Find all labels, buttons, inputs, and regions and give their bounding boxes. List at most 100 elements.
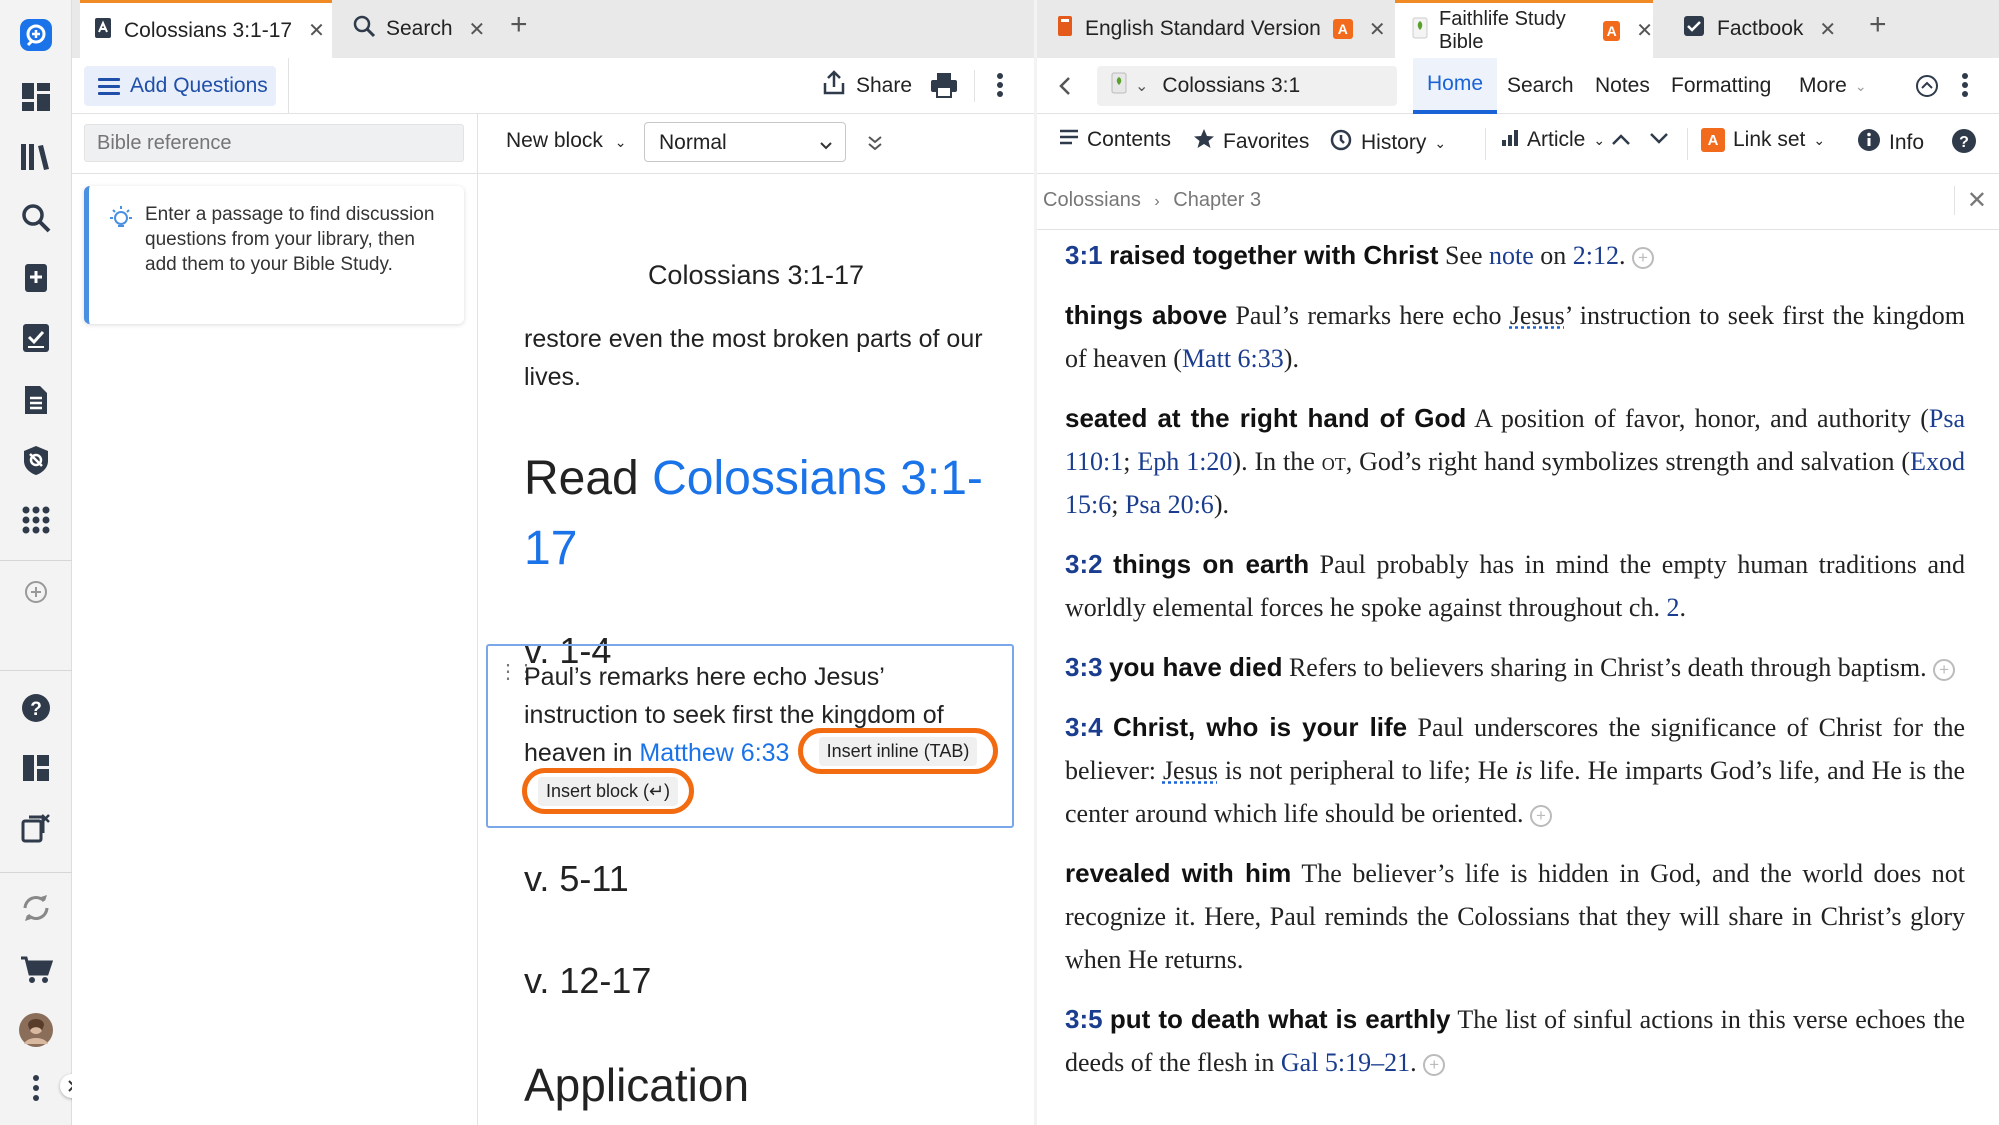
expand-note-icon[interactable]: +	[1933, 659, 1956, 682]
layouts-icon[interactable]	[16, 748, 56, 788]
tab-factbook[interactable]: Factbook ✕	[1683, 0, 1836, 58]
person-link[interactable]: Jesus	[1510, 301, 1565, 330]
sync-icon[interactable]	[16, 888, 56, 928]
nav-formatting[interactable]: Formatting	[1671, 58, 1771, 114]
rail-divider	[0, 670, 72, 671]
close-icon[interactable]: ✕	[1636, 18, 1653, 43]
nav-notes[interactable]: Notes	[1595, 58, 1650, 114]
expand-note-icon[interactable]: +	[1423, 1054, 1446, 1077]
nav-home[interactable]: Home	[1413, 58, 1498, 114]
info-button[interactable]: Info	[1857, 128, 1924, 158]
resource-tools-bar: Contents Favorites History ⌄ Article ⌄ A…	[1037, 114, 1999, 174]
nav-search[interactable]: Search	[1507, 58, 1574, 114]
library-icon[interactable]	[16, 137, 56, 177]
apps-grid-icon[interactable]	[16, 500, 56, 540]
close-icon[interactable]: ✕	[1369, 17, 1386, 42]
cross-reference-link[interactable]: Gal 5:19–21	[1281, 1048, 1410, 1077]
tab-label: English Standard Version	[1085, 17, 1321, 40]
person-link[interactable]: Jesus	[1163, 756, 1218, 785]
link-set-dropdown[interactable]: A Link set ⌄	[1701, 128, 1825, 152]
document-icon[interactable]	[16, 380, 56, 420]
add-questions-button[interactable]: Add Questions	[84, 66, 276, 106]
article-dropdown[interactable]: Article ⌄	[1483, 128, 1605, 152]
next-article-icon[interactable]	[1649, 132, 1669, 146]
favorites-button[interactable]: Favorites	[1193, 128, 1309, 156]
verse-number[interactable]: 3:1	[1065, 240, 1103, 270]
add-circle-icon[interactable]	[16, 572, 56, 612]
document-title: Colossians 3:1-17	[647, 260, 865, 290]
close-icon[interactable]: ✕	[308, 18, 325, 43]
intro-paragraph[interactable]: restore even the most broken parts of ou…	[524, 320, 1014, 396]
cross-reference-link[interactable]: Matt 6:33	[1182, 344, 1284, 373]
checklist-icon[interactable]	[16, 318, 56, 358]
note-text: Refers to believers sharing in Christ’s …	[1282, 653, 1927, 682]
more-vertical-icon[interactable]	[16, 1068, 56, 1108]
expand-note-icon[interactable]: +	[1529, 805, 1552, 828]
new-tab-icon[interactable]: +	[1869, 8, 1887, 42]
add-note-icon[interactable]	[16, 258, 56, 298]
nav-more[interactable]: More ⌄	[1799, 58, 1867, 114]
reference-link[interactable]: Matthew 6:33	[639, 739, 789, 767]
help-icon[interactable]: ?	[1951, 128, 1977, 154]
cross-reference-link[interactable]: 2	[1666, 593, 1679, 622]
contents-button[interactable]: Contents	[1059, 128, 1171, 152]
note-headword: revealed with him	[1065, 858, 1292, 888]
shield-icon[interactable]	[16, 440, 56, 480]
bible-reference-input[interactable]	[84, 124, 464, 162]
back-icon[interactable]	[1059, 76, 1071, 101]
close-icon[interactable]: ✕	[1819, 17, 1836, 42]
help-icon[interactable]: ?	[16, 688, 56, 728]
breadcrumb-book[interactable]: Colossians	[1043, 189, 1141, 211]
verse-number[interactable]: 3:3	[1065, 652, 1103, 682]
note-entry: 3:2 things on earth Paul probably has in…	[1065, 543, 1965, 629]
verse-number[interactable]: 3:2	[1065, 549, 1103, 579]
close-icon[interactable]: ✕	[469, 17, 486, 42]
share-button[interactable]: Share	[822, 70, 912, 102]
note-text: ;	[1111, 490, 1125, 519]
section-heading[interactable]: v. 12-17	[524, 960, 651, 1002]
chevron-down-icon: ⌄	[1593, 131, 1606, 148]
tab-colossians-study[interactable]: Colossians 3:1-17 ✕	[80, 0, 332, 58]
section-heading[interactable]: v. 5-11	[524, 858, 629, 900]
tab-faithlife-study-bible[interactable]: Faithlife Study Bible A ✕	[1395, 0, 1653, 58]
expand-toolbar-icon[interactable]	[867, 134, 883, 157]
insert-inline-button[interactable]: Insert inline (TAB)	[798, 728, 998, 774]
tab-search[interactable]: Search ✕	[346, 0, 485, 58]
read-heading[interactable]: Read Colossians 3:1-17	[524, 444, 994, 584]
cross-reference-link[interactable]: Eph 1:20	[1137, 447, 1232, 476]
breadcrumb-chapter[interactable]: Chapter 3	[1173, 189, 1261, 211]
verse-number[interactable]: 3:4	[1065, 712, 1103, 742]
insert-block-button[interactable]: Insert block (↵)	[522, 768, 694, 814]
reference-box[interactable]: ⌄ Colossians 3:1	[1097, 66, 1397, 106]
rail-divider	[0, 872, 72, 873]
search-icon[interactable]	[16, 198, 56, 238]
note-text: ).	[1213, 490, 1229, 519]
print-icon[interactable]	[930, 72, 958, 103]
expand-note-icon[interactable]: +	[1632, 247, 1655, 270]
more-vertical-icon[interactable]	[1961, 72, 1969, 103]
read-prefix: Read	[524, 452, 653, 505]
new-tab-icon[interactable]: +	[510, 8, 528, 42]
new-block-dropdown[interactable]: New block ⌄	[506, 129, 626, 153]
avatar[interactable]	[16, 1010, 56, 1050]
note-text: , God’s right hand symbolizes strength a…	[1345, 447, 1911, 476]
cross-reference-link[interactable]: note	[1489, 241, 1534, 270]
cart-icon[interactable]	[16, 950, 56, 990]
dashboard-icon[interactable]	[16, 77, 56, 117]
scroll-top-icon[interactable]	[1915, 74, 1939, 103]
new-block-label: New block	[506, 129, 603, 152]
close-panels-icon[interactable]	[16, 808, 56, 848]
paragraph-style-select[interactable]: Normal	[644, 122, 846, 162]
cross-reference-link[interactable]: Psa 20:6	[1125, 490, 1214, 519]
history-button[interactable]: History ⌄	[1329, 128, 1446, 158]
logos-home-icon[interactable]	[16, 15, 56, 55]
close-icon[interactable]: ✕	[1953, 186, 1987, 215]
more-vertical-icon[interactable]	[996, 72, 1004, 103]
bar-chart-icon	[1501, 128, 1519, 152]
question-block[interactable]: ⋮⋮ Paul’s remarks here echo Jesus’ instr…	[486, 644, 1014, 828]
section-heading[interactable]: Application	[524, 1058, 749, 1112]
verse-number[interactable]: 3:5	[1065, 1004, 1103, 1034]
cross-reference-link[interactable]: 2:12	[1573, 241, 1619, 270]
tab-esv[interactable]: English Standard Version A ✕	[1057, 0, 1386, 58]
previous-article-icon[interactable]	[1611, 132, 1631, 146]
